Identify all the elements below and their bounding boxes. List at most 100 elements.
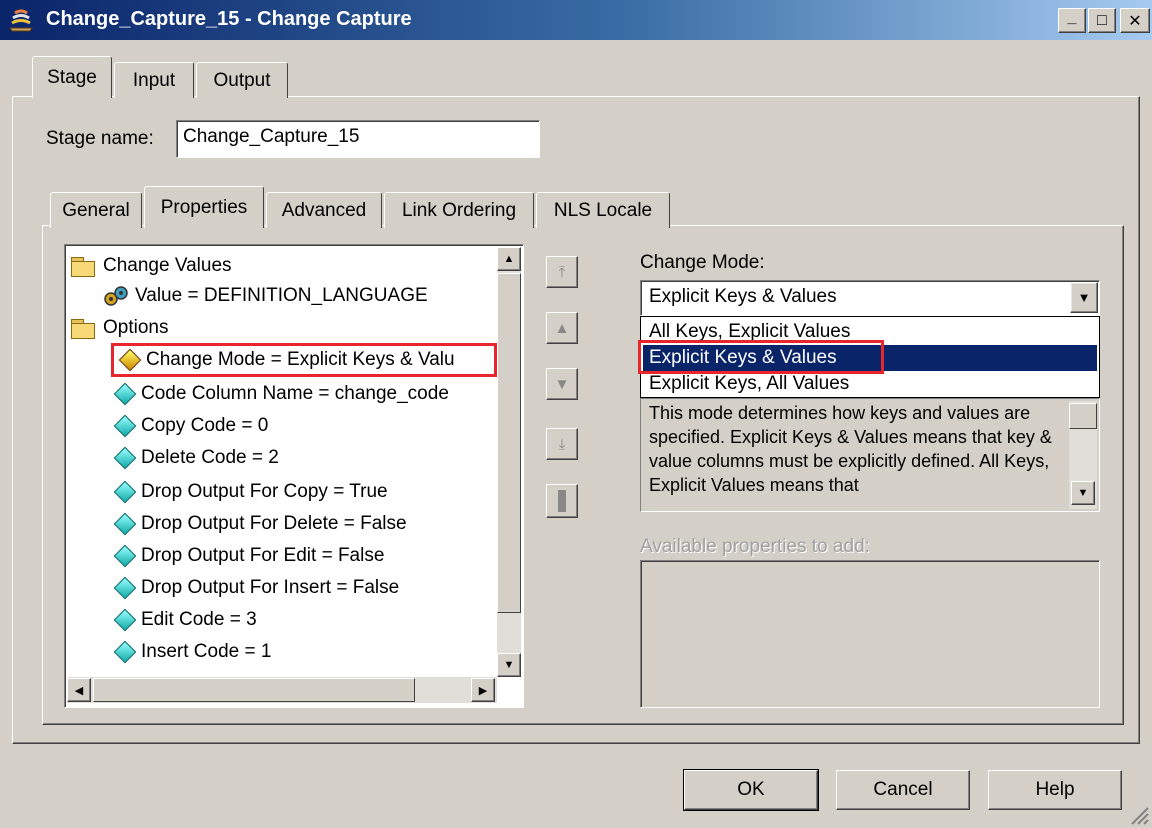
dropdown-option[interactable]: Explicit Keys, All Values [643,371,1097,397]
tab-advanced-label: Advanced [281,199,367,221]
tree-item-label: Value = DEFINITION_LANGUAGE [135,285,428,306]
scroll-left-button[interactable]: ◀ [67,678,91,702]
tab-properties-label: Properties [160,196,248,218]
tab-input[interactable]: Input [114,62,194,98]
arrow-down-icon: ▼ [1077,487,1089,499]
property-icon [113,544,137,568]
move-to-bottom-button[interactable]: ⤓ [546,428,578,460]
tab-input-label: Input [132,69,176,91]
move-bottom-icon: ⤓ [558,435,566,453]
tab-link-ordering[interactable]: Link Ordering [384,192,534,228]
change-mode-selected: Explicit Keys & Values [649,286,837,307]
gear-cluster-icon [104,286,128,306]
tab-link-ordering-label: Link Ordering [401,199,517,221]
arrow-up-icon: ▲ [554,319,570,337]
move-up-button[interactable]: ▲ [546,312,578,344]
tree-item-drop-output-insert[interactable]: Drop Output For Insert = False [111,573,399,603]
tree-item-edit-code[interactable]: Edit Code = 3 [111,605,257,635]
maximize-icon: □ [1097,11,1107,29]
description-text: This mode determines how keys and values… [649,403,1052,495]
tree-horizontal-scrollbar[interactable]: ◀ ▶ [67,677,497,703]
tree-item-value[interactable]: Value = DEFINITION_LANGUAGE [103,281,428,311]
minimize-icon: _ [1067,8,1077,26]
scroll-down-button[interactable]: ▼ [497,653,521,677]
tab-output[interactable]: Output [196,62,288,98]
available-properties-list[interactable] [640,560,1100,708]
close-icon: ✕ [1128,12,1142,30]
description-scrollbar[interactable]: ▼ [1069,401,1097,509]
cancel-button-label: Cancel [873,779,933,800]
bar-icon [558,490,566,512]
move-top-icon: ⤒ [558,263,566,281]
arrow-up-icon: ▲ [503,253,515,265]
arrow-down-icon: ▼ [503,659,515,671]
cancel-button[interactable]: Cancel [836,770,970,810]
scroll-right-button[interactable]: ▶ [471,678,495,702]
property-icon [118,348,142,372]
resize-grip-icon[interactable] [1128,804,1150,826]
help-button[interactable]: Help [988,770,1122,810]
tree-item-label: Options [103,317,169,338]
tree-item-label: Code Column Name = change_code [141,383,449,404]
arrow-right-icon: ▶ [478,684,488,697]
stage-name-label: Stage name: [46,128,154,149]
tree-item-delete-code[interactable]: Delete Code = 2 [111,443,279,473]
tab-advanced[interactable]: Advanced [266,192,382,228]
move-to-top-button[interactable]: ⤒ [546,256,578,288]
tree-item-insert-code[interactable]: Insert Code = 1 [111,637,271,667]
tree-item-label: Drop Output For Edit = False [141,545,385,566]
tree-folder-change-values[interactable]: Change Values [71,251,232,281]
tab-stage-label: Stage [47,66,97,88]
available-properties-label: Available properties to add: [640,536,870,557]
tab-general[interactable]: General [50,192,142,228]
ok-button[interactable]: OK [683,769,819,811]
property-icon [113,382,137,406]
dropdown-arrow-button[interactable]: ▼ [1070,282,1098,313]
tab-output-label: Output [213,69,271,91]
property-icon [113,480,137,504]
scroll-thumb[interactable] [497,273,521,613]
property-icon [113,446,137,470]
chevron-down-icon: ▼ [1077,290,1091,305]
tree-item-label: Drop Output For Copy = True [141,481,388,502]
arrow-left-icon: ◀ [74,684,84,697]
tree-vertical-scrollbar[interactable]: ▲ ▼ [497,247,521,677]
tree-item-drop-output-edit[interactable]: Drop Output For Edit = False [111,541,384,571]
change-mode-select[interactable]: Explicit Keys & Values [640,280,1100,316]
tree-item-label: Change Values [103,255,232,276]
scroll-thumb[interactable] [93,678,415,702]
arrow-down-icon: ▼ [554,375,570,393]
property-tree[interactable]: Change Values Value = DEFINITION_LANGUAG… [64,244,524,708]
ok-button-label: OK [737,779,765,800]
stage-name-input[interactable]: Change_Capture_15 [176,120,540,158]
property-icon [113,512,137,536]
minimize-button[interactable]: _ [1058,8,1086,33]
tree-folder-options[interactable]: Options [71,313,168,343]
tree-item-code-column-name[interactable]: Code Column Name = change_code [111,379,449,409]
close-button[interactable]: ✕ [1120,8,1150,33]
property-icon [113,640,137,664]
tree-item-change-mode[interactable]: Change Mode = Explicit Keys & Valu [111,343,497,377]
tree-item-drop-output-copy[interactable]: Drop Output For Copy = True [111,477,388,507]
tree-item-label: Copy Code = 0 [141,415,269,436]
property-icon [113,576,137,600]
maximize-button[interactable]: □ [1088,8,1116,33]
tab-nls-locale-label: NLS Locale [553,199,653,221]
tab-nls-locale[interactable]: NLS Locale [536,192,670,228]
tree-item-label: Drop Output For Insert = False [141,577,400,598]
tree-item-drop-output-delete[interactable]: Drop Output For Delete = False [111,509,407,539]
tree-item-copy-code[interactable]: Copy Code = 0 [111,411,268,441]
scroll-thumb[interactable] [1069,403,1097,429]
window-title: Change_Capture_15 - Change Capture [46,8,412,30]
tab-stage[interactable]: Stage [32,56,112,98]
move-down-button[interactable]: ▼ [546,368,578,400]
tab-general-label: General [62,199,130,221]
change-mode-label: Change Mode: [640,252,765,273]
insert-button[interactable] [546,484,578,518]
highlight-box [638,340,884,374]
tree-item-label: Edit Code = 3 [141,609,257,630]
tab-properties[interactable]: Properties [144,186,264,228]
change-capture-app-icon [9,9,33,32]
scroll-down-button[interactable]: ▼ [1071,481,1095,505]
scroll-up-button[interactable]: ▲ [497,247,521,271]
